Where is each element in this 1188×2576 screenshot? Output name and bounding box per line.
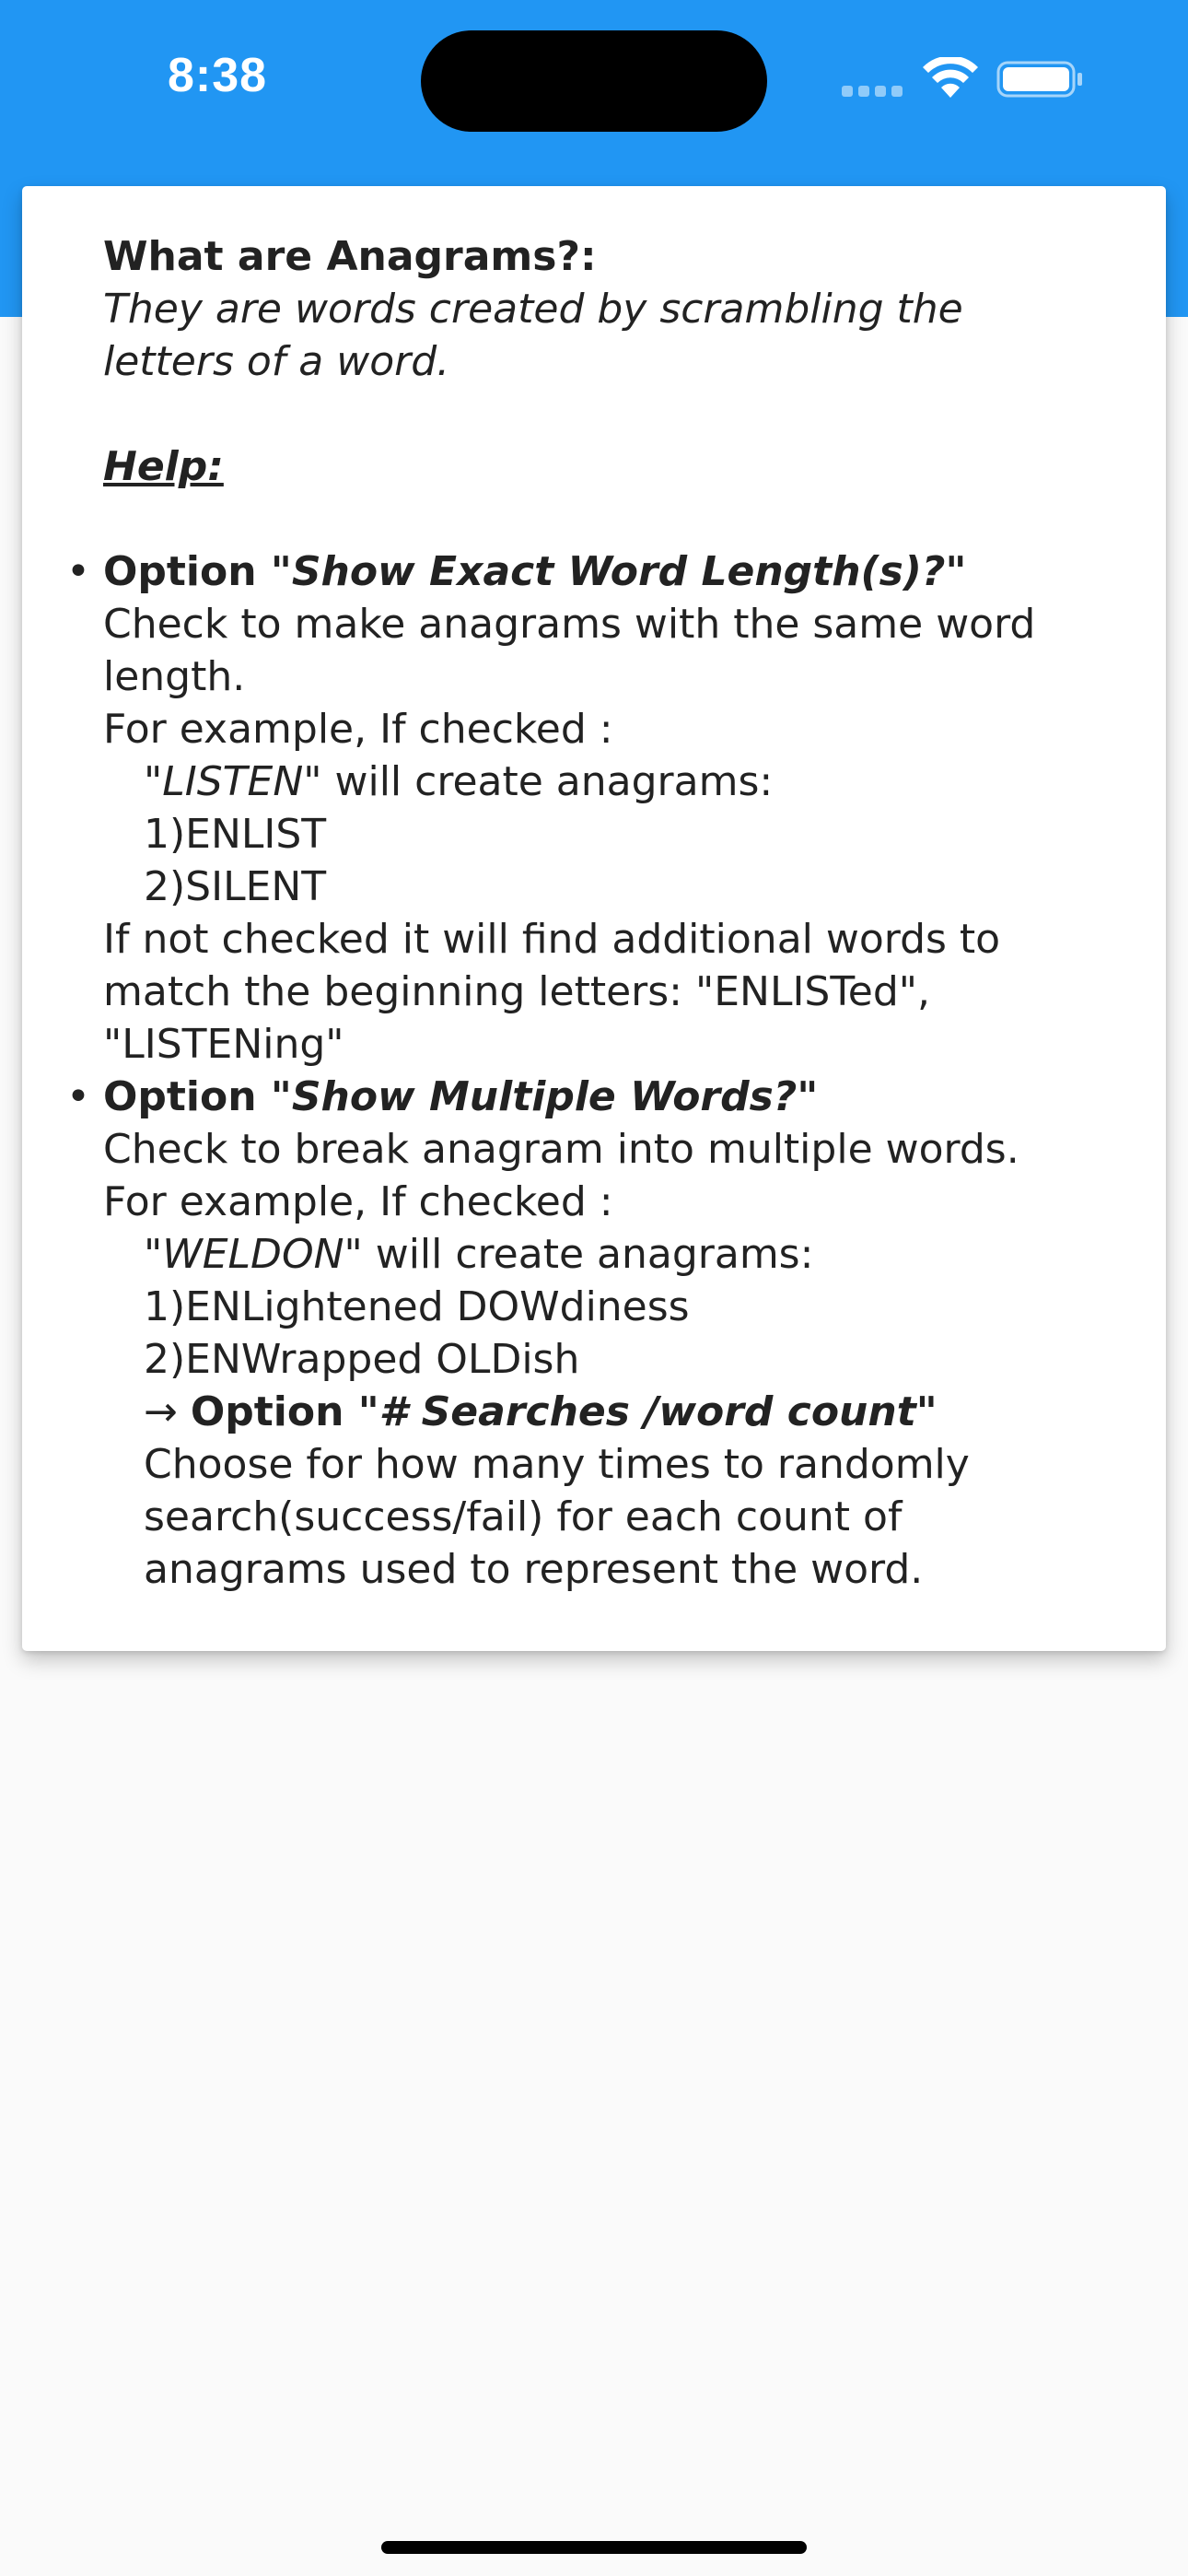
option-show-multiple-words: • Option "Show Multiple Words?" Check to… (66, 1071, 1116, 1596)
option2-result-2: 2)ENWrapped OLDish (144, 1336, 580, 1383)
option1-desc-line-1: Check to make anagrams with the same wor… (103, 601, 1036, 648)
help-card: What are Anagrams?: They are words creat… (22, 186, 1166, 1651)
option1-prefix: Option (103, 548, 271, 595)
option1-example-suffix: will create anagrams: (321, 758, 774, 805)
option2-example-intro: For example, If checked : (103, 1178, 613, 1225)
option2-name: "Show Multiple Words?" (270, 1073, 819, 1120)
help-heading: Help: (103, 443, 224, 490)
option1-note-line-2: match the beginning letters: "ENLISTed", (103, 968, 930, 1015)
sub-option-desc-line-2: search(success/fail) for each count of (144, 1493, 903, 1540)
bullet-2: • (66, 1073, 90, 1120)
sub-option-desc-line-1: Choose for how many times to randomly (144, 1441, 970, 1488)
option1-example-intro: For example, If checked : (103, 706, 613, 753)
option1-note-line-3: "LISTENing" (103, 1021, 344, 1068)
option1-result-1: 1)ENLIST (144, 811, 327, 858)
option1-note-line-1: If not checked it will find additional w… (103, 916, 1001, 963)
option-show-exact-length: • Option "Show Exact Word Length(s)?" Ch… (66, 545, 1116, 1071)
sub-option-name: "# Searches /word count" (357, 1388, 938, 1435)
battery-icon (996, 61, 1082, 98)
option1-example-word: "LISTEN" (144, 758, 322, 805)
status-time: 8:38 (168, 49, 268, 102)
option2-example-word: "WELDON" (144, 1231, 363, 1278)
arrow-icon: → (144, 1388, 191, 1435)
option2-result-1: 1)ENLightened DOWdiness (144, 1283, 690, 1330)
anagram-definition-line-2: letters of a word. (103, 338, 450, 385)
option2-prefix: Option (103, 1073, 271, 1120)
home-indicator[interactable] (381, 2541, 807, 2554)
anagram-definition-line-1: They are words created by scrambling the (103, 286, 963, 333)
help-content: What are Anagrams?: They are words creat… (66, 230, 1116, 1596)
option2-desc-line-1: Check to break anagram into multiple wor… (103, 1126, 1019, 1173)
status-bar: 8:38 (0, 0, 1188, 157)
sub-option-desc-line-3: anagrams used to represent the word. (144, 1546, 924, 1593)
option1-name: "Show Exact Word Length(s)?" (270, 548, 967, 595)
signal-icon (842, 86, 904, 99)
anagram-title: What are Anagrams?: (103, 233, 597, 280)
dynamic-island (421, 30, 767, 132)
bullet-1: • (66, 548, 90, 595)
sub-option-prefix: Option (190, 1388, 358, 1435)
option2-example-suffix: will create anagrams: (362, 1231, 814, 1278)
option1-desc-line-2: length. (103, 653, 246, 700)
wifi-icon (923, 57, 978, 98)
option1-result-2: 2)SILENT (144, 863, 327, 910)
